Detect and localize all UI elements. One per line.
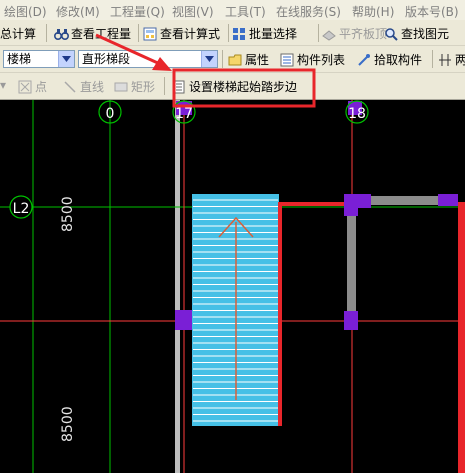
find-element-button[interactable]: 查找图元 [384,25,449,42]
beam-horizontal [278,202,350,206]
summary-calc-button[interactable]: 总计算 [0,25,36,42]
line-button[interactable]: 直线 [63,78,104,95]
dimension-text: 8500 [60,406,76,442]
flatten-slab-button[interactable]: 平齐板顶 [322,25,387,42]
dimension-text: 8500 [60,196,76,232]
properties-button[interactable]: 属性 [228,51,269,68]
grid-icon [438,53,452,67]
menu-quantity[interactable]: 工程量(Q) [110,3,165,20]
toolbar-separator [228,24,229,42]
point-icon [18,80,32,94]
column[interactable] [344,194,358,216]
column[interactable] [438,194,458,206]
toolbar-separator [318,24,319,42]
menu-help[interactable]: 帮助(H) [352,3,394,20]
element-list-button[interactable]: 构件列表 [280,51,345,68]
menu-modify[interactable]: 修改(M) [56,3,100,20]
beam-vertical [278,202,282,426]
element-subtype-select[interactable]: 直形梯段 [78,50,218,68]
element-list-label: 构件列表 [297,53,346,67]
toolbar-quantity: 总计算 查看工程量 查看计算式 批量选择 平齐板顶 查找图元 [0,20,465,46]
find-element-label: 查找图元 [401,27,450,41]
toolbar-separator [432,50,433,68]
chevron-down-icon[interactable] [201,51,217,67]
element-subtype-value: 直形梯段 [82,52,131,66]
menu-tools[interactable]: 工具(T) [225,3,266,20]
list-icon [280,53,294,67]
batch-select-label: 批量选择 [249,27,298,41]
flatten-slab-icon [322,27,336,41]
axis-label-17: 17 [175,106,193,122]
toolbar-separator [222,50,223,68]
wall-horizontal [362,196,442,205]
toolbar-separator [46,24,47,42]
toolbar-element: 楼梯 直形梯段 属性 构件列表 拾取构件 两 [0,46,465,73]
wall-vertical [347,205,356,315]
menu-bar: 绘图(D) 修改(M) 工程量(Q) 视图(V) 工具(T) 在线服务(S) 帮… [0,0,465,20]
batch-select-button[interactable]: 批量选择 [232,25,297,42]
properties-label: 属性 [245,53,270,67]
stair-run[interactable] [192,194,279,426]
line-icon [63,80,77,94]
toolbar-separator [138,24,139,42]
eyedropper-icon [357,53,371,67]
view-formula-button[interactable]: 查看计算式 [143,25,220,42]
rectangle-button[interactable]: 矩形 [114,78,155,95]
batch-select-icon [232,27,246,41]
set-stair-start-step-edge-label: 设置楼梯起始踏步边 [189,80,298,94]
menu-version[interactable]: 版本号(B) [405,3,459,20]
axis-label-18: 18 [348,106,366,122]
element-type-select[interactable]: 楼梯 [3,50,75,68]
beam-vertical-right [458,202,465,473]
toolbar-draw: ▾ 点 直线 矩形 设置楼梯起始踏步边 [0,73,465,100]
element-type-value: 楼梯 [7,52,32,66]
drawing-canvas-svg: 0 17 18 L2 8500 8500 [0,100,465,473]
wall-strip [175,100,180,473]
point-button[interactable]: 点 [18,78,47,95]
axis-label-0: 0 [106,106,115,122]
column[interactable] [344,311,358,330]
menu-draw[interactable]: 绘图(D) [4,3,47,20]
stair-edge-icon [172,80,186,94]
find-magnifier-icon [384,27,398,41]
toolbar-overflow-chevron-icon[interactable]: ▾ [0,78,6,92]
chevron-down-icon[interactable] [58,51,74,67]
menu-view[interactable]: 视图(V) [172,3,214,20]
axis-label-l2: L2 [13,201,30,217]
rectangle-label: 矩形 [131,80,156,94]
pick-element-label: 拾取构件 [374,53,423,67]
two-point-label: 两 [455,53,465,67]
properties-icon [228,53,242,67]
two-point-button[interactable]: 两 [438,51,465,68]
view-quantity-button[interactable]: 查看工程量 [53,25,132,42]
flatten-slab-label: 平齐板顶 [339,27,388,41]
formula-icon [143,27,157,41]
point-label: 点 [35,80,48,94]
column[interactable] [175,310,192,330]
view-formula-label: 查看计算式 [160,27,221,41]
view-quantity-label: 查看工程量 [71,27,132,41]
menu-online-service[interactable]: 在线服务(S) [276,3,341,20]
rectangle-icon [114,80,128,94]
pick-element-button[interactable]: 拾取构件 [357,51,422,68]
binoculars-icon [53,27,70,41]
set-stair-start-step-edge-button[interactable]: 设置楼梯起始踏步边 [172,78,297,95]
line-label: 直线 [80,80,105,94]
axis-bubble-l2: L2 [9,195,33,219]
drawing-canvas[interactable]: 0 17 18 L2 8500 8500 [0,100,465,473]
toolbar-separator [164,77,165,95]
